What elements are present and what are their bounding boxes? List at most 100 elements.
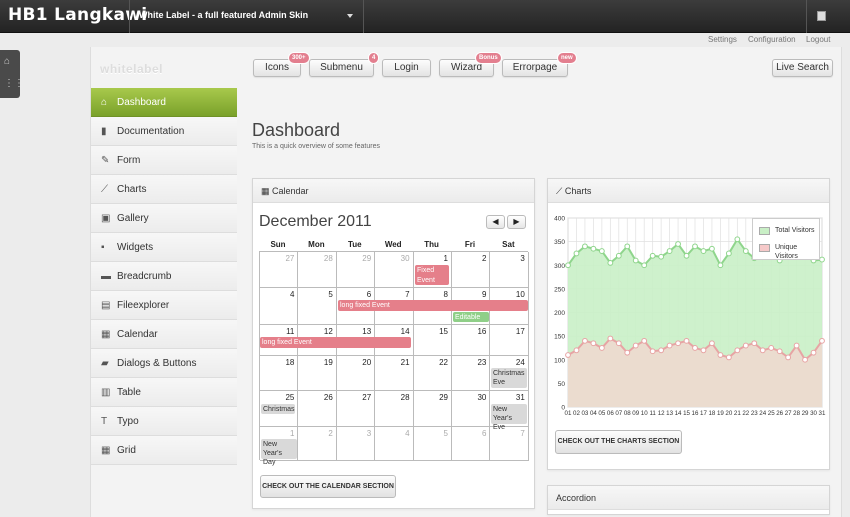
calendar-day-cell[interactable]: 29 [413,391,452,427]
calendar-day-cell[interactable]: 7 [490,427,529,461]
accordion-title[interactable]: Accordion [548,486,829,510]
chevron-down-icon[interactable] [347,14,353,18]
calendar-prev-button[interactable]: ◀ [486,215,505,229]
calendar-day-cell[interactable]: 3 [336,427,376,461]
theme-selector[interactable]: White Label - a full featured Admin Skin [139,10,308,20]
sidebar-item-label: Table [117,387,141,398]
image-icon: ▣ [101,213,111,224]
nav-button-label: Wizard [450,62,483,73]
calendar-day-cell[interactable]: 28 [298,252,337,288]
charts-section-button[interactable]: CHECK OUT THE CHARTS SECTION [555,430,682,454]
chart-icon: ⟋ [101,184,108,195]
sidebar-item-form[interactable]: ✎ Form [91,146,237,175]
arrow-right-icon: ▶ [513,217,520,226]
home-icon[interactable]: ⌂ [4,56,10,67]
calendar-day-cell[interactable]: 26 [298,391,337,427]
sidebar-item-typo[interactable]: T Typo [91,407,237,436]
weekday-header: Mon [308,240,325,249]
day-number: 30 [477,393,487,402]
calendar-next-button[interactable]: ▶ [507,215,526,229]
left-dock: ⌂ ⋮⋮ [0,50,24,98]
calendar-day-cell[interactable]: 19 [298,356,337,391]
day-number: 6 [481,429,487,438]
sidebar-item-label: Grid [117,445,136,456]
calendar-day-cell[interactable]: 4 [260,288,299,325]
brand-title[interactable]: HB1 Langkawi [8,5,147,25]
calendar-event[interactable]: Fixed Event [415,265,449,285]
calendar-icon: ▦ [101,329,111,340]
sidebar-item-label: Breadcrumb [117,271,172,282]
table-icon: ▥ [101,387,111,398]
calendar-day-cell[interactable]: 20 [336,356,376,391]
day-number: 12 [323,327,333,336]
edit-icon: ✎ [101,155,110,166]
calendar-day-cell[interactable]: 27 [336,391,376,427]
sidebar-item-table[interactable]: ▥ Table [91,378,237,407]
day-number: 7 [520,429,525,438]
sidebar-item-grid[interactable]: ▦ Grid [91,436,237,465]
sidebar-item-gallery[interactable]: ▣ Gallery [91,204,237,233]
calendar-day-cell[interactable]: 2 [298,427,337,461]
calendar-day-cell[interactable]: 28 [375,391,414,427]
configuration-link[interactable]: Configuration [748,35,796,44]
calendar-day-cell[interactable]: 18 [260,356,299,391]
sidebar-item-widgets[interactable]: ▪ Widgets [91,233,237,262]
calendar-event[interactable]: New Year's Eve [491,404,527,431]
live-search-button[interactable]: Live Search [772,59,833,77]
day-number: 19 [323,358,333,367]
sidebar-item-dialogs-buttons[interactable]: ▰ Dialogs & Buttons [91,349,237,378]
nav-button-login[interactable]: Login [382,59,431,77]
home-icon: ⌂ [101,97,108,108]
day-number: 14 [400,327,410,336]
calendar-day-cell[interactable]: 30 [452,391,491,427]
calendar-day-cell[interactable]: 5 [413,427,452,461]
sidebar-item-fileexplorer[interactable]: ▤ Fileexplorer [91,291,237,320]
sidebar-item-charts[interactable]: ⟋ Charts [91,175,237,204]
calendar-event[interactable]: Christmas [261,404,295,414]
calendar-day-cell[interactable]: 15 [413,325,452,356]
calendar-day-cell[interactable]: 2 [452,252,491,288]
calendar-event[interactable]: long fixed Event [338,300,528,311]
calendar-event[interactable]: Christmas Eve [491,368,527,388]
separator [363,0,364,33]
logout-link[interactable]: Logout [806,35,830,44]
sliders-icon[interactable]: ⋮⋮ [4,78,24,89]
badge: new [557,52,577,64]
calendar-day-cell[interactable]: 4 [375,427,414,461]
sidebar-item-breadcrumb[interactable]: ▬ Breadcrumb [91,262,237,291]
day-number: 1 [289,429,295,438]
calendar-section-button[interactable]: CHECK OUT THE CALENDAR SECTION [260,475,396,498]
calendar-day-cell[interactable]: 6 [452,427,491,461]
document-icon[interactable] [817,11,826,21]
chart-icon: ⟋ [556,186,563,196]
nav-button-submenu[interactable]: Submenu [309,59,374,77]
calendar-day-cell[interactable]: 23 [452,356,491,391]
calendar-day-cell[interactable]: 21 [375,356,414,391]
legend-unique: Unique Visitors [759,243,819,260]
nav-button-label: Errorpage [512,62,558,73]
calendar-day-cell[interactable]: 27 [260,252,299,288]
calendar-day-cell[interactable]: 16 [452,325,491,356]
legend-swatch [759,244,770,252]
nav-button-label: Submenu [320,62,363,73]
calendar-day-cell[interactable]: 29 [336,252,376,288]
calendar-event[interactable]: Editable [453,312,489,322]
legend-total: Total Visitors [759,226,815,235]
day-number: 2 [481,254,487,263]
calendar-day-cell[interactable]: 3 [490,252,529,288]
calendar-day-cell[interactable]: 22 [413,356,452,391]
settings-link[interactable]: Settings [708,35,737,44]
calendar-event[interactable]: long fixed Event [260,337,411,348]
sidebar-item-dashboard[interactable]: ⌂ Dashboard [91,88,237,117]
charts-panel-header: ⟋ Charts [548,179,829,203]
day-number: 29 [362,254,372,263]
sidebar-item-label: Charts [117,184,147,195]
calendar-day-cell[interactable]: 17 [490,325,529,356]
calendar-day-cell[interactable]: 30 [375,252,414,288]
sidebar-item-calendar[interactable]: ▦ Calendar [91,320,237,349]
day-number: 24 [515,358,525,367]
calendar-event[interactable]: New Year's Day [261,439,297,466]
sidebar-item-documentation[interactable]: ▮ Documentation [91,117,237,146]
day-number: 11 [286,327,295,336]
calendar-day-cell[interactable]: 5 [298,288,337,325]
